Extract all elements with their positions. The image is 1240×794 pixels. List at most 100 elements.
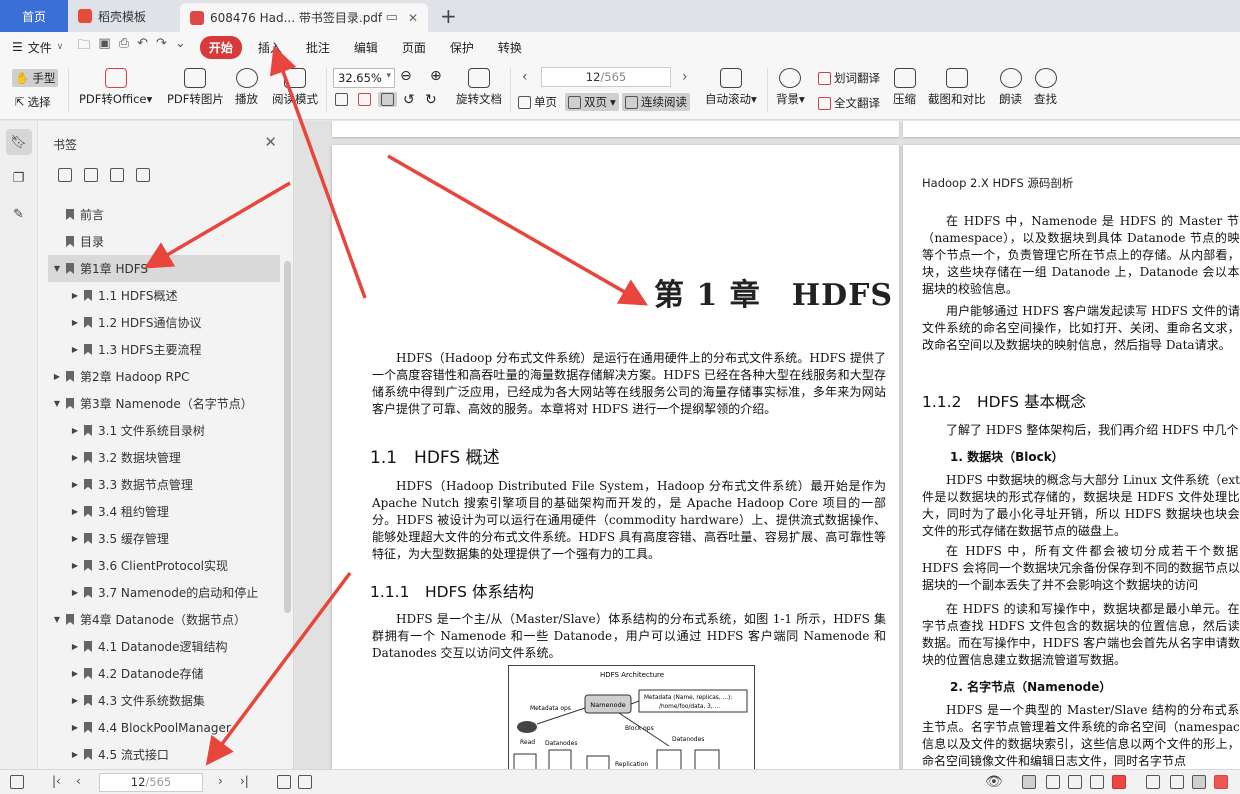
- select-tool[interactable]: ⇱ 选择: [15, 94, 51, 110]
- annotation-panel-button[interactable]: ✎: [6, 201, 32, 227]
- expanded-arrow-icon[interactable]: ▼: [52, 615, 62, 624]
- book-view-icon[interactable]: [1068, 775, 1082, 789]
- next-page-status-button[interactable]: ›: [218, 774, 223, 788]
- rotate-left-button[interactable]: ↺: [403, 92, 415, 108]
- bookmark-item[interactable]: ▶ 1.1 HDFS概述: [48, 282, 280, 309]
- fit-width-button[interactable]: [335, 93, 348, 106]
- double-view-icon[interactable]: [1046, 775, 1060, 789]
- rotate-document-button[interactable]: 旋转文档: [456, 68, 502, 107]
- add-bookmark-icon[interactable]: [110, 168, 124, 182]
- bookmark-item[interactable]: ▶ 3.5 缓存管理: [48, 525, 280, 552]
- sidebar-toggle-icon[interactable]: [10, 775, 24, 789]
- close-icon[interactable]: ✕: [264, 133, 277, 151]
- prev-page-status-button[interactable]: ‹: [76, 774, 81, 788]
- collapsed-arrow-icon[interactable]: ▶: [70, 318, 80, 327]
- tab-document[interactable]: 608476 Had... 带书签目录.pdf ▭ ✕: [180, 3, 428, 32]
- bookmark-item[interactable]: ▶ 4.2 Datanode存储: [48, 660, 280, 687]
- continuous-view-icon[interactable]: [1090, 775, 1104, 789]
- play-view-icon[interactable]: [1112, 775, 1126, 789]
- bookmark-item[interactable]: ▶ 3.1 文件系统目录树: [48, 417, 280, 444]
- single-view-icon[interactable]: [1022, 775, 1036, 789]
- open-folder-icon[interactable]: 🗀: [77, 36, 90, 58]
- play-button[interactable]: 播放: [235, 68, 258, 107]
- collapsed-arrow-icon[interactable]: ▶: [70, 642, 80, 651]
- collapsed-arrow-icon[interactable]: ▶: [70, 426, 80, 435]
- bookmark-item[interactable]: ▶ 3.2 数据块管理: [48, 444, 280, 471]
- last-page-button[interactable]: ›|: [240, 774, 249, 788]
- collapsed-arrow-icon[interactable]: ▶: [70, 723, 80, 732]
- bookmark-item[interactable]: 目录: [48, 228, 280, 255]
- document-area[interactable]: 第 1 章 HDFS HDFS（Hadoop 分布式文件系统）是运行在通用硬件上…: [295, 121, 1240, 769]
- next-page-button[interactable]: ›: [682, 69, 688, 85]
- print-icon[interactable]: ⎙: [119, 36, 129, 58]
- collapsed-arrow-icon[interactable]: ▶: [70, 345, 80, 354]
- page-number-input[interactable]: 12/565: [541, 67, 671, 87]
- menu-edit[interactable]: 编辑: [342, 39, 390, 56]
- bookmark-item[interactable]: ▶ 3.3 数据节点管理: [48, 471, 280, 498]
- actual-size-button[interactable]: [378, 92, 397, 107]
- file-menu[interactable]: ☰ 文件 ∨: [0, 39, 71, 56]
- fit-icon[interactable]: [277, 775, 291, 789]
- bookmark-item[interactable]: ▼ 第4章 Datanode（数据节点）: [48, 606, 280, 633]
- bookmark-item[interactable]: ▼ 第1章 HDFS: [48, 255, 280, 282]
- rotate-right-button[interactable]: ↻: [425, 92, 437, 108]
- prev-page-button[interactable]: ‹: [522, 69, 528, 85]
- bookmark-item[interactable]: ▶ 4.3 文件系统数据集: [48, 687, 280, 714]
- collapsed-arrow-icon[interactable]: ▶: [70, 507, 80, 516]
- save-icon[interactable]: ▣: [98, 36, 110, 58]
- thumbnail-panel-button[interactable]: ❐: [6, 165, 32, 191]
- bookmark-item[interactable]: ▶ 1.2 HDFS通信协议: [48, 309, 280, 336]
- menu-protect[interactable]: 保护: [438, 39, 486, 56]
- auto-scroll-button[interactable]: 自动滚动▾: [705, 68, 757, 107]
- collapsed-arrow-icon[interactable]: ▶: [70, 291, 80, 300]
- full-translate-button[interactable]: 全文翻译: [818, 95, 880, 111]
- close-icon[interactable]: ✕: [408, 11, 418, 25]
- hand-tool[interactable]: ✋ 手型: [12, 69, 59, 87]
- zoom-input[interactable]: 32.65% ▾: [333, 68, 395, 88]
- expanded-arrow-icon[interactable]: ▼: [52, 264, 62, 273]
- pdf-to-office-button[interactable]: PDF转Office▾: [79, 68, 152, 107]
- compress-button[interactable]: 压缩: [893, 68, 916, 107]
- actual-size-status-icon[interactable]: [1192, 775, 1206, 789]
- bookmark-item[interactable]: 前言: [48, 201, 280, 228]
- bookmark-panel-button[interactable]: 🔖︎: [5, 129, 32, 155]
- zoom-out-button[interactable]: ⊖: [400, 68, 412, 84]
- redo-icon[interactable]: ↷: [156, 36, 167, 58]
- chevron-down-icon[interactable]: ▾: [386, 71, 391, 81]
- collapsed-arrow-icon[interactable]: ▶: [70, 588, 80, 597]
- collapsed-arrow-icon[interactable]: ▶: [70, 561, 80, 570]
- first-page-button[interactable]: |‹: [52, 774, 61, 788]
- read-mode-button[interactable]: 阅读模式: [272, 68, 318, 107]
- expand-all-icon[interactable]: [58, 168, 72, 182]
- collapsed-arrow-icon[interactable]: ▶: [52, 372, 62, 381]
- bookmark-item[interactable]: ▶ 3.7 Namenode的启动和停止: [48, 579, 280, 606]
- tab-home[interactable]: 首页: [0, 0, 68, 32]
- eye-icon[interactable]: 👁︎: [985, 774, 1003, 790]
- fit-page-status-icon[interactable]: [1170, 775, 1184, 789]
- menu-insert[interactable]: 插入: [246, 39, 294, 56]
- page-icon[interactable]: [298, 775, 312, 789]
- bookmark-item[interactable]: ▶ 1.3 HDFS主要流程: [48, 336, 280, 363]
- screenshot-compare-button[interactable]: 截图和对比: [928, 68, 986, 107]
- bookmark-item[interactable]: ▶ 4.1 Datanode逻辑结构: [48, 633, 280, 660]
- collapsed-arrow-icon[interactable]: ▶: [70, 669, 80, 678]
- bookmark-item[interactable]: ▶ 3.4 租约管理: [48, 498, 280, 525]
- collapsed-arrow-icon[interactable]: ▶: [70, 534, 80, 543]
- more-icon[interactable]: ⌄: [175, 36, 186, 58]
- fit-width-status-icon[interactable]: [1146, 775, 1160, 789]
- collapse-all-icon[interactable]: [84, 168, 98, 182]
- board-icon[interactable]: ▭: [386, 10, 398, 25]
- bookmark-item[interactable]: ▶ 4.5 流式接口: [48, 741, 280, 768]
- pdf-to-image-button[interactable]: PDF转图片: [167, 68, 224, 107]
- read-aloud-button[interactable]: 朗读: [999, 68, 1022, 107]
- double-page-button[interactable]: 双页 ▾: [565, 93, 619, 111]
- continuous-read-button[interactable]: 连续阅读: [622, 93, 690, 111]
- status-page-input[interactable]: 12/565: [99, 773, 203, 792]
- single-page-button[interactable]: 单页: [518, 94, 557, 110]
- bookmark-item[interactable]: ▶ 4.4 BlockPoolManager: [48, 714, 280, 741]
- background-button[interactable]: 背景▾: [776, 68, 805, 107]
- collapsed-arrow-icon[interactable]: ▶: [70, 480, 80, 489]
- menu-page[interactable]: 页面: [390, 39, 438, 56]
- bookmark-item[interactable]: ▶ 3.6 ClientProtocol实现: [48, 552, 280, 579]
- menu-start[interactable]: 开始: [199, 35, 242, 59]
